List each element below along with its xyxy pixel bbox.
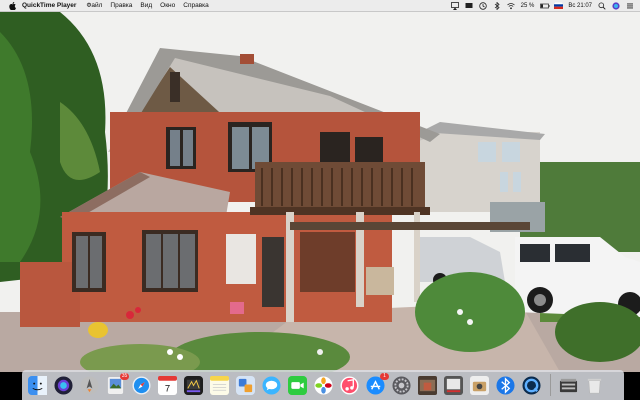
bluetooth-icon[interactable] xyxy=(496,375,515,395)
menu-clock[interactable]: Вс 21:07 xyxy=(568,3,592,9)
house-scene-image xyxy=(0,12,640,372)
music-icon[interactable] xyxy=(340,375,359,395)
notes-icon[interactable] xyxy=(210,375,229,395)
time-machine-icon[interactable] xyxy=(478,1,487,10)
menu-help[interactable]: Справка xyxy=(183,2,209,9)
final-cut-icon[interactable] xyxy=(184,375,203,395)
preview-icon[interactable]: 35 xyxy=(106,372,129,395)
quicktime-icon[interactable] xyxy=(522,375,541,395)
menu-file[interactable]: Файл xyxy=(86,2,102,9)
dock: 35 7 1 xyxy=(22,370,624,400)
messages-icon[interactable] xyxy=(262,375,281,395)
bluetooth-status-icon[interactable] xyxy=(493,1,501,10)
system-preferences-icon[interactable] xyxy=(392,375,411,395)
photos-icon[interactable] xyxy=(314,375,333,395)
app-menu[interactable]: QuickTime Player xyxy=(22,2,76,9)
menu-edit[interactable]: Правка xyxy=(110,2,132,9)
photo-booth-icon[interactable] xyxy=(444,375,463,395)
app-store-icon[interactable]: 1 xyxy=(366,372,389,395)
facetime-icon[interactable] xyxy=(288,375,307,395)
battery-icon[interactable] xyxy=(540,2,550,10)
quicktime-thumbnail-icon[interactable] xyxy=(418,375,437,395)
calendar-day: 7 xyxy=(165,383,170,394)
image-capture-icon[interactable] xyxy=(470,375,489,395)
dock-separator xyxy=(550,374,551,396)
downloads-stack-icon[interactable] xyxy=(559,376,578,395)
spotlight-icon[interactable] xyxy=(598,1,606,10)
app-store-tools-icon[interactable] xyxy=(236,375,255,395)
display-icon[interactable] xyxy=(465,2,473,10)
app-store-badge: 1 xyxy=(380,372,389,380)
finder-icon[interactable] xyxy=(28,375,47,395)
notification-center-icon[interactable] xyxy=(626,2,634,10)
safari-icon[interactable] xyxy=(132,375,151,395)
menu-view[interactable]: Вид xyxy=(140,2,152,9)
video-frame[interactable] xyxy=(0,12,640,372)
menu-bar: QuickTime Player Файл Правка Вид Окно Сп… xyxy=(0,0,640,12)
input-source-flag-icon[interactable] xyxy=(554,1,564,10)
menu-window[interactable]: Окно xyxy=(160,2,175,9)
preview-badge: 35 xyxy=(120,372,129,380)
siri-icon[interactable] xyxy=(54,375,73,395)
battery-percent[interactable]: 25 % xyxy=(521,3,535,9)
trash-icon[interactable] xyxy=(585,376,604,395)
airplay-icon[interactable] xyxy=(450,1,459,10)
calendar-icon[interactable]: 7 xyxy=(158,375,177,395)
launchpad-icon[interactable] xyxy=(80,375,99,395)
apple-menu-icon[interactable] xyxy=(8,1,16,10)
siri-status-icon[interactable] xyxy=(612,1,620,10)
status-area: 25 % Вс 21:07 xyxy=(450,0,634,11)
wifi-icon[interactable] xyxy=(506,2,515,10)
